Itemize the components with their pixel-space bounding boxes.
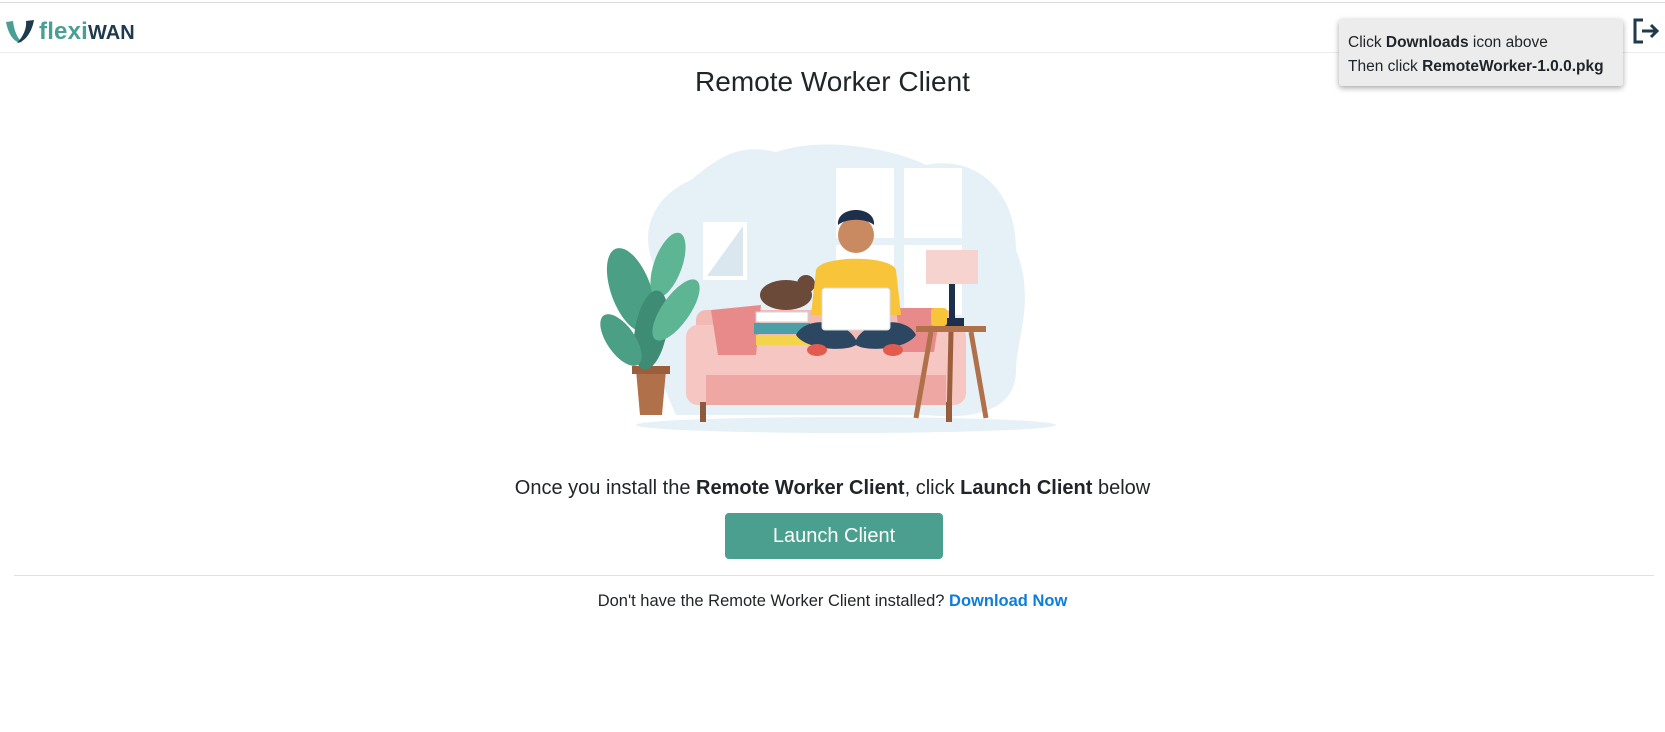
- logout-icon[interactable]: [1632, 18, 1660, 44]
- person-on-sofa-illustration: [600, 144, 1056, 433]
- install-instruction: Once you install the Remote Worker Clien…: [514, 477, 1151, 499]
- divider: [14, 575, 1654, 576]
- flexiwan-logo[interactable]: flexi WAN: [5, 17, 135, 47]
- download-question: Don't have the Remote Worker Client inst…: [597, 592, 950, 610]
- tooltip-line-1: Click Downloads icon above: [1348, 34, 1548, 51]
- flexiwan-logo-mark: [6, 20, 34, 43]
- logo-text-wan: WAN: [88, 22, 135, 44]
- launch-client-button[interactable]: Launch Client: [725, 513, 943, 559]
- downloads-label: Downloads: [1385, 34, 1469, 51]
- download-prompt: Don't have the Remote Worker Client inst…: [0, 592, 1665, 611]
- page-title: Remote Worker Client: [695, 66, 970, 97]
- logo-text-flexi: flexi: [39, 18, 89, 45]
- download-now-link[interactable]: Download Now: [949, 592, 1067, 610]
